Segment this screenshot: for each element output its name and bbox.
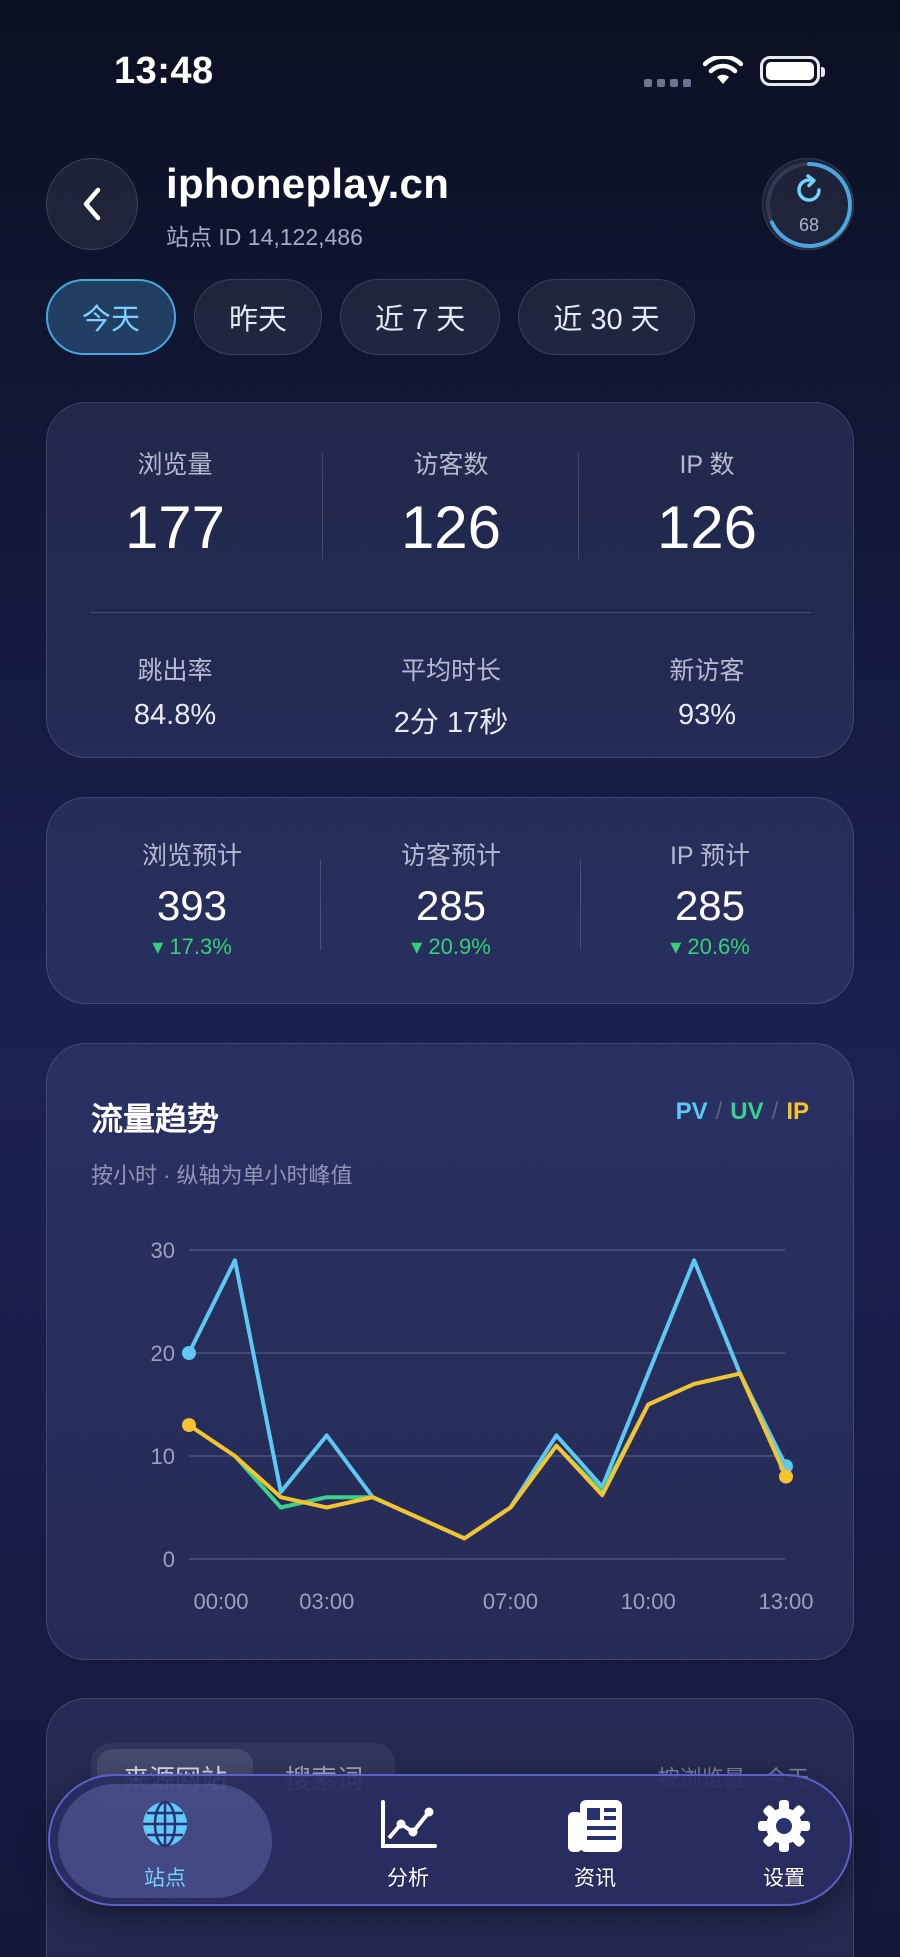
battery-icon <box>760 56 825 86</box>
tab-last-30-days[interactable]: 近 30 天 <box>518 279 695 355</box>
refresh-icon <box>797 174 821 202</box>
pv-label: 浏览量 <box>137 451 213 479</box>
ip-label: IP 数 <box>679 451 735 479</box>
y-tick-label: 20 <box>151 1341 175 1366</box>
tab-last-7-days[interactable]: 近 7 天 <box>340 279 501 355</box>
legend-ip: IP <box>786 1098 809 1125</box>
uv-stat: 访客数 126 <box>323 445 579 562</box>
bottom-nav: 站点 分析 资讯 设置 <box>48 1774 852 1906</box>
series-end-point-ip <box>779 1469 793 1484</box>
back-button[interactable] <box>46 158 138 250</box>
uv-projection-value: 285 <box>415 882 487 929</box>
x-tick-label: 03:00 <box>299 1589 354 1614</box>
legend-pv: PV <box>675 1098 708 1125</box>
legend-uv: UV <box>730 1098 764 1125</box>
uv-value: 126 <box>400 494 502 561</box>
news-icon <box>568 1800 622 1852</box>
refresh-countdown: 68 <box>798 215 820 235</box>
ip-projection-value: 285 <box>674 882 746 929</box>
tab-yesterday[interactable]: 昨天 <box>194 279 323 355</box>
x-tick-label: 07:00 <box>483 1589 538 1614</box>
pv-projection-delta: ▾ 17.3% <box>152 934 232 959</box>
pv-projection-label: 浏览预计 <box>141 842 242 870</box>
nav-label-settings: 设置 <box>763 1867 805 1890</box>
bounce-value: 84.8% <box>133 699 217 731</box>
trend-subtitle: 按小时 · 纵轴为单小时峰值 <box>91 1163 353 1188</box>
nav-item-settings[interactable]: 设置 <box>686 1784 882 1898</box>
uv-label: 访客数 <box>413 451 489 479</box>
x-tick-label: 00:00 <box>193 1589 248 1614</box>
range-tabs: 今天 昨天 近 7 天 近 30 天 <box>46 279 695 355</box>
pv-projection-value: 393 <box>156 882 228 929</box>
uv-projection-delta: ▾ 20.9% <box>411 934 491 959</box>
series-start-point-pv <box>182 1346 196 1360</box>
gear-icon <box>758 1800 810 1852</box>
y-tick-label: 30 <box>151 1238 175 1263</box>
nav-item-sites[interactable]: 站点 <box>58 1784 272 1898</box>
bounce-label: 跳出率 <box>137 657 213 685</box>
ip-projection-delta: ▾ 20.6% <box>670 934 750 959</box>
site-id: 站点 ID 14,122,486 <box>166 224 363 250</box>
trend-title: 流量趋势 <box>91 1101 220 1137</box>
uv-projection: 访客预计 285 ▾ 20.9% <box>306 836 596 960</box>
projection-card: 浏览预计 393 ▾ 17.3% 访客预计 285 ▾ 20.9% IP 预计 … <box>46 797 854 1004</box>
summary-card: 浏览量 177 访客数 126 IP 数 126 跳出率 84.8% 平均时长 … <box>46 402 854 758</box>
nav-label-analysis: 分析 <box>387 1867 429 1890</box>
wifi-icon <box>703 56 743 84</box>
bounce-stat: 跳出率 84.8% <box>47 651 303 732</box>
pv-stat: 浏览量 177 <box>47 445 303 562</box>
ip-projection-label: IP 预计 <box>669 842 751 870</box>
signal-icon <box>644 79 691 87</box>
nav-label-sites: 站点 <box>144 1867 186 1890</box>
duration-label: 平均时长 <box>400 657 501 685</box>
ip-value: 126 <box>656 494 758 561</box>
nav-label-news: 资讯 <box>574 1867 616 1890</box>
new-visitor-value: 93% <box>677 699 737 731</box>
x-tick-label: 10:00 <box>621 1589 676 1614</box>
tab-today[interactable]: 今天 <box>46 279 177 355</box>
status-time: 13:48 <box>114 50 214 92</box>
globe-icon <box>143 1800 187 1848</box>
new-visitor-stat: 新访客 93% <box>579 651 835 732</box>
site-title: iphoneplay.cn <box>166 160 450 207</box>
ip-stat: IP 数 126 <box>579 445 835 562</box>
nav-item-news[interactable]: 资讯 <box>497 1784 693 1898</box>
duration-stat: 平均时长 2分 17秒 <box>323 651 579 741</box>
pv-projection: 浏览预计 393 ▾ 17.3% <box>47 836 337 960</box>
duration-value: 2分 17秒 <box>393 707 509 739</box>
pv-value: 177 <box>124 494 226 561</box>
trend-legend: PV / UV / IP <box>675 1098 809 1125</box>
refresh-button[interactable]: 68 <box>762 158 854 250</box>
chart-icon <box>381 1800 437 1848</box>
ip-projection: IP 预计 285 ▾ 20.6% <box>565 836 855 960</box>
chevron-left-icon <box>83 187 101 221</box>
trend-card: 0 10 20 30 00:00 03:00 07:00 10:00 13:00 流量趋势 按小… <box>46 1043 854 1660</box>
series-start-point-ip <box>182 1418 196 1433</box>
uv-projection-label: 访客预计 <box>400 842 501 870</box>
y-tick-label: 0 <box>163 1547 175 1572</box>
y-tick-label: 10 <box>151 1444 175 1469</box>
x-tick-label: 13:00 <box>758 1589 813 1614</box>
new-visitor-label: 新访客 <box>669 657 745 685</box>
nav-item-analysis[interactable]: 分析 <box>310 1784 506 1898</box>
status-bar: 13:48 <box>0 0 900 150</box>
